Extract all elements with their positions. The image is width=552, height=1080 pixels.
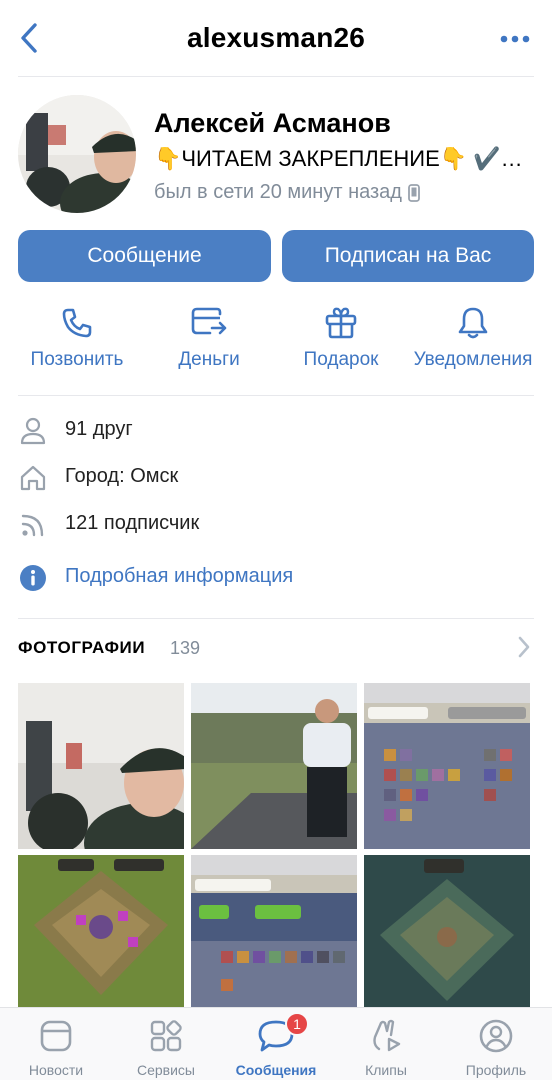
clips-icon [373,1019,401,1052]
city-row: Город: Омск [18,463,178,493]
notifications-action[interactable]: Уведомления [412,305,534,371]
money-action[interactable]: Деньги [154,305,264,371]
tab-messages[interactable]: 1 Сообщения [221,1008,331,1080]
photo-thumbnail[interactable] [191,855,357,1021]
tab-profile[interactable]: Профиль [441,1008,551,1080]
photo-thumbnail[interactable] [364,683,530,849]
news-icon [40,1020,72,1052]
photos-more-button[interactable] [518,636,530,663]
profile-icon [479,1019,513,1053]
phone-call-icon [62,308,92,338]
photo-thumbnail[interactable] [18,855,184,1021]
divider [18,395,534,396]
user-icon [20,417,46,445]
divider [18,76,534,77]
photo-thumbnail[interactable] [191,683,357,849]
home-icon [20,465,46,491]
photos-title[interactable]: ФОТОГРАФИИ [18,638,145,658]
followers-count: 121 подписчик [65,512,200,534]
tab-news-label: Новости [28,1062,84,1078]
more-button[interactable] [498,24,532,54]
tab-profile-label: Профиль [465,1062,527,1078]
page-title: alexusman26 [186,22,366,53]
call-label: Позвонить [30,349,124,370]
tab-services[interactable]: Сервисы [111,1008,221,1080]
photo-image [18,683,184,849]
photos-count: 139 [170,638,201,658]
profile-status[interactable]: 👇ЧИТАЕМ ЗАКРЕПЛЕНИЕ👇 ✔️… [154,146,534,172]
back-button[interactable] [14,18,44,58]
online-status: был в сети 20 минут назад [154,181,420,204]
photo-thumbnail[interactable] [364,855,530,1021]
profile-name: Алексей Асманов [154,108,391,138]
gift-label: Подарок [303,349,379,370]
top-bar: alexusman26 [0,0,552,76]
photo-image [18,855,184,1007]
unread-badge: 1 [285,1012,309,1036]
divider [18,618,534,619]
action-row: Позвонить Деньги Подарок Уведомления [0,305,552,375]
photo-image [191,683,357,849]
notifications-label: Уведомления [413,349,533,370]
chevron-left-icon [21,23,37,53]
photo-image [364,855,530,1007]
photo-thumbnail[interactable] [18,683,184,849]
money-label: Деньги [178,349,240,370]
details-link: Подробная информация [65,565,294,587]
tab-bar: Новости Сервисы 1 Сообщения Клипы Профил… [0,1007,552,1080]
phone-icon [408,183,420,202]
tab-services-label: Сервисы [136,1062,195,1078]
photo-image [191,855,357,1007]
gift-action[interactable]: Подарок [286,305,396,371]
tab-clips-label: Клипы [365,1062,407,1078]
more-horizontal-icon [500,35,530,43]
info-icon [20,565,46,591]
photo-image [364,683,530,849]
online-status-text: был в сети 20 минут назад [154,181,402,203]
chevron-right-icon [518,636,530,658]
follow-button[interactable]: Подписан на Вас [282,230,534,282]
tab-news[interactable]: Новости [1,1008,111,1080]
details-row[interactable]: Подробная информация [18,563,293,593]
avatar[interactable] [18,95,136,213]
followers-row[interactable]: 121 подписчик [18,510,199,540]
tab-messages-label: Сообщения [235,1062,317,1078]
friends-count: 91 друг [65,418,133,440]
tab-clips[interactable]: Клипы [331,1008,441,1080]
message-button[interactable]: Сообщение [18,230,271,282]
money-transfer-icon [191,307,227,335]
call-action[interactable]: Позвонить [22,305,132,371]
avatar-photo [18,95,136,213]
city-text: Город: Омск [65,465,179,487]
services-icon [150,1020,182,1052]
followers-icon [21,514,44,537]
friends-row[interactable]: 91 друг [18,416,133,446]
bell-icon [458,307,488,339]
gift-icon [325,307,357,339]
